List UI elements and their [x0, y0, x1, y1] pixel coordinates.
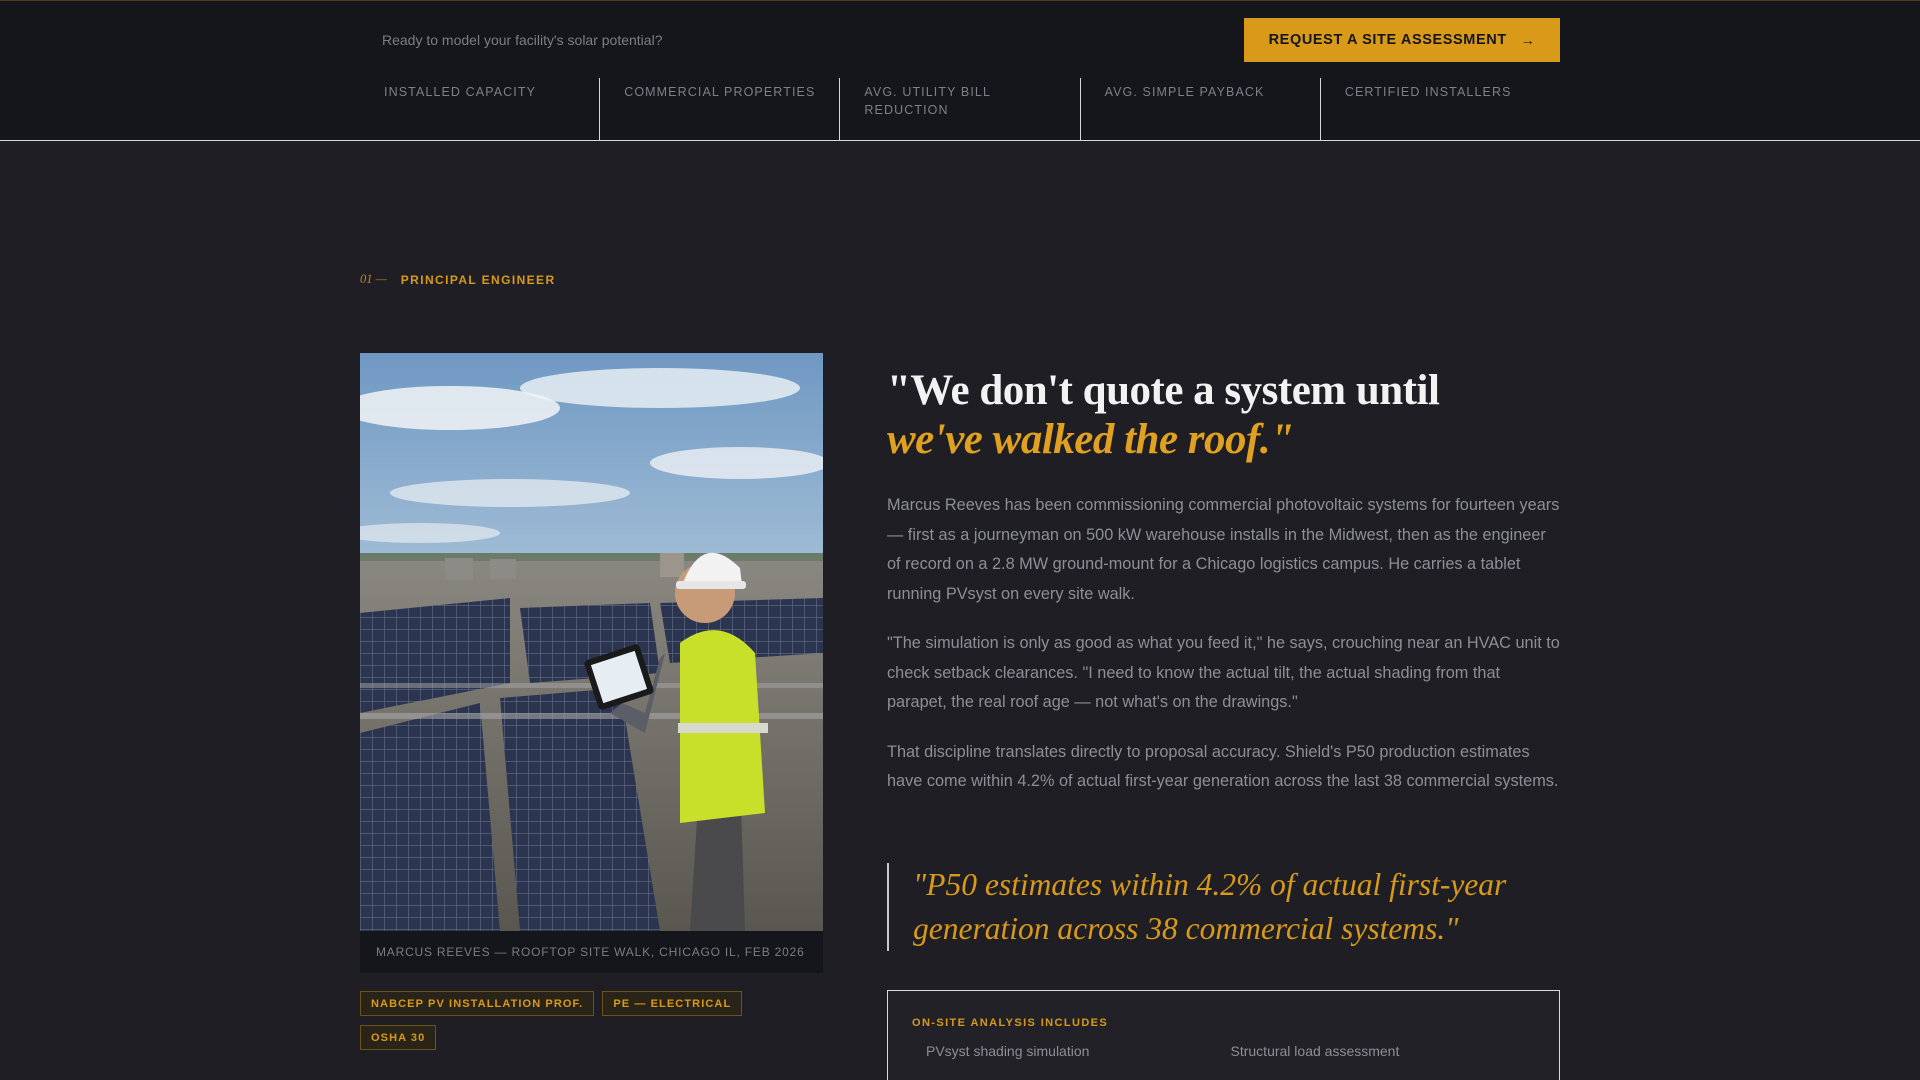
analysis-item: Structural load assessment [1230, 1043, 1400, 1059]
stat-utility-bill-reduction: AVG. UTILITY BILL REDUCTION [839, 78, 1079, 141]
analysis-box: ON-SITE ANALYSIS INCLUDES PVsyst shading… [887, 990, 1560, 1080]
paragraph-1: Marcus Reeves has been commissioning com… [887, 496, 1560, 603]
badge-nabcep: NABCEP PV INSTALLATION PROF. [360, 991, 595, 1016]
article-body: Marcus Reeves has been commissioning com… [887, 491, 1562, 817]
section-eyebrow: 01 — PRINCIPAL ENGINEER [360, 272, 556, 287]
analysis-title: ON-SITE ANALYSIS INCLUDES [912, 1017, 1109, 1029]
stat-simple-payback: AVG. SIMPLE PAYBACK [1079, 78, 1320, 141]
headline-line-1: "We don't quote a system until [887, 367, 1440, 414]
top-bar: Ready to model your facility's solar pot… [0, 0, 1920, 141]
cta-label: REQUEST A SITE ASSESSMENT [1268, 32, 1507, 48]
credential-badges: NABCEP PV INSTALLATION PROF. PE — ELECTR… [360, 991, 823, 1050]
stat-commercial-properties: COMMERCIAL PROPERTIES [599, 78, 839, 141]
paragraph-2: "The simulation is only as good as what … [887, 634, 1560, 711]
pull-quote: "P50 estimates within 4.2% of actual fir… [887, 863, 1562, 951]
stat-installed-capacity: INSTALLED CAPACITY [384, 85, 537, 99]
request-site-assessment-button[interactable]: REQUEST A SITE ASSESSMENT → [1244, 18, 1560, 62]
headline-line-2: we've walked the roof." [887, 416, 1294, 463]
photo-caption: MARCUS REEVES — ROOFTOP SITE WALK, CHICA… [360, 931, 823, 973]
section-label: PRINCIPAL ENGINEER [400, 272, 556, 287]
stats-row: INSTALLED CAPACITY COMMERCIAL PROPERTIES… [360, 78, 1560, 141]
stat-certified-installers: CERTIFIED INSTALLERS [1319, 78, 1560, 141]
analysis-item: PVsyst shading simulation [926, 1043, 1090, 1059]
paragraph-3: That discipline translates directly to p… [887, 742, 1559, 791]
arrow-right-icon: → [1520, 32, 1536, 48]
article-headline: "We don't quote a system until we've wal… [887, 366, 1567, 464]
badge-osha: OSHA 30 [360, 1025, 437, 1050]
badge-pe-electrical: PE — ELECTRICAL [602, 991, 743, 1016]
section-number: 01 — [360, 272, 387, 286]
cta-prompt: Ready to model your facility's solar pot… [382, 32, 663, 48]
engineer-photo [360, 353, 823, 931]
analysis-list: PVsyst shading simulation Structural loa… [912, 1043, 1535, 1059]
